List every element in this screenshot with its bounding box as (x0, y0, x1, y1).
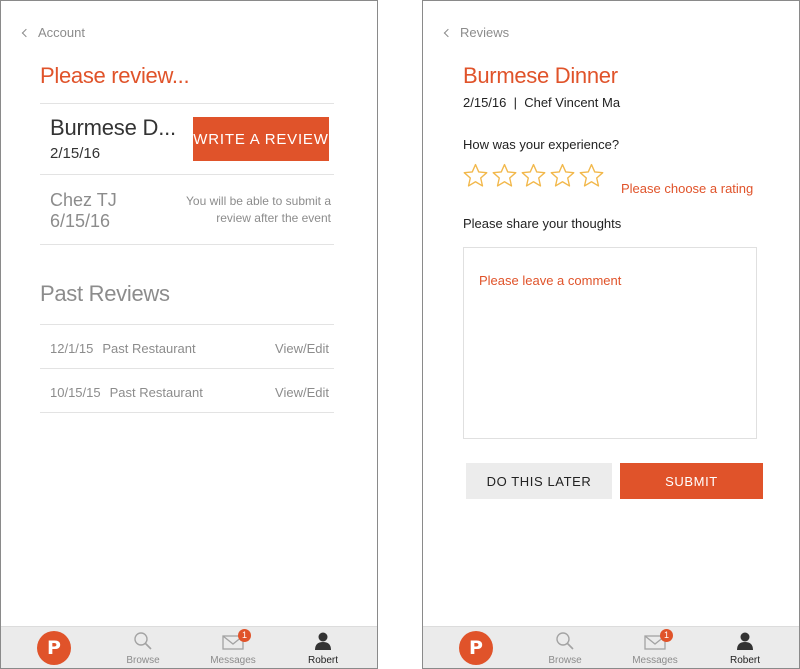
past-review-restaurant: Past Restaurant (109, 384, 203, 400)
message-count-badge: 1 (660, 629, 673, 642)
pending-event-date: 2/15/16 (50, 145, 101, 162)
view-edit-link[interactable]: View/Edit (275, 385, 329, 400)
star-icon[interactable] (550, 163, 575, 188)
back-to-account[interactable]: Account (21, 25, 85, 40)
please-review-heading: Please review... (40, 63, 190, 88)
event-title: Burmese Dinner (463, 63, 618, 88)
back-to-reviews[interactable]: Reviews (443, 25, 510, 40)
divider (40, 412, 334, 413)
submit-availability-note: You will be able to submit a review afte… (186, 194, 331, 225)
tab-messages[interactable]: 1 Messages (203, 627, 263, 668)
tab-browse-label: Browse (126, 655, 160, 666)
chevron-left-icon (443, 28, 453, 37)
person-icon (737, 632, 753, 650)
back-label: Account (38, 25, 85, 40)
divider (40, 244, 334, 245)
event-date-chef: 2/15/16 | Chef Vincent Ma (463, 95, 621, 110)
pending-event-name: Burmese D... (50, 115, 176, 140)
rating-hint: Please choose a rating (621, 181, 754, 196)
tab-browse[interactable]: Browse (113, 627, 173, 668)
bottom-tab-bar: P Browse 1 Messages Robert (1, 626, 377, 668)
magnifier-icon (134, 632, 152, 650)
tab-profile-label: Robert (307, 655, 338, 666)
divider (40, 324, 334, 325)
star-icon[interactable] (521, 163, 546, 188)
upcoming-event-name: Chez TJ (50, 190, 117, 210)
past-review-date: 12/1/15 (50, 340, 94, 356)
past-review-date: 10/15/15 (50, 384, 101, 400)
tab-browse[interactable]: Browse (535, 627, 595, 668)
comment-textarea[interactable]: Please leave a comment (463, 247, 757, 439)
chevron-left-icon (21, 28, 31, 37)
tab-profile-label: Robert (729, 655, 760, 666)
view-edit-link[interactable]: View/Edit (275, 341, 329, 356)
divider (40, 368, 334, 369)
review-list-screen: Account Please review... Burmese D... 2/… (0, 0, 378, 669)
tab-messages-label: Messages (632, 655, 678, 666)
star-rating (463, 163, 604, 188)
thoughts-label: Please share your thoughts (463, 216, 622, 231)
experience-question: How was your experience? (463, 137, 620, 152)
tab-messages-label: Messages (210, 655, 256, 666)
bottom-tab-bar: P Browse 1 Messages Robert (423, 626, 799, 668)
divider (40, 103, 334, 104)
tab-messages[interactable]: 1 Messages (625, 627, 685, 668)
past-review-restaurant: Past Restaurant (102, 340, 196, 356)
tab-browse-label: Browse (548, 655, 582, 666)
comment-placeholder: Please leave a comment (479, 273, 622, 288)
magnifier-icon (556, 632, 574, 650)
past-reviews-heading: Past Reviews (40, 281, 170, 306)
star-icon[interactable] (463, 163, 488, 188)
past-review-row: 12/1/15 Past Restaurant View/Edit (40, 326, 334, 370)
write-review-screen: Reviews Burmese Dinner 2/15/16 | Chef Vi… (422, 0, 800, 669)
back-label: Reviews (460, 25, 510, 40)
do-this-later-button[interactable]: DO THIS LATER (466, 463, 612, 499)
past-review-row: 10/15/15 Past Restaurant View/Edit (40, 370, 334, 414)
tab-profile[interactable]: Robert (293, 627, 353, 668)
upcoming-event-date: 6/15/16 (50, 211, 111, 231)
logo-p-icon[interactable]: P (459, 631, 493, 665)
star-icon[interactable] (579, 163, 604, 188)
submit-button[interactable]: SUBMIT (620, 463, 763, 499)
message-count-badge: 1 (238, 629, 251, 642)
tab-profile[interactable]: Robert (715, 627, 775, 668)
star-icon[interactable] (492, 163, 517, 188)
divider (40, 174, 334, 175)
person-icon (315, 632, 331, 650)
write-review-button[interactable]: WRITE A REVIEW (193, 117, 329, 161)
logo-p-icon[interactable]: P (37, 631, 71, 665)
